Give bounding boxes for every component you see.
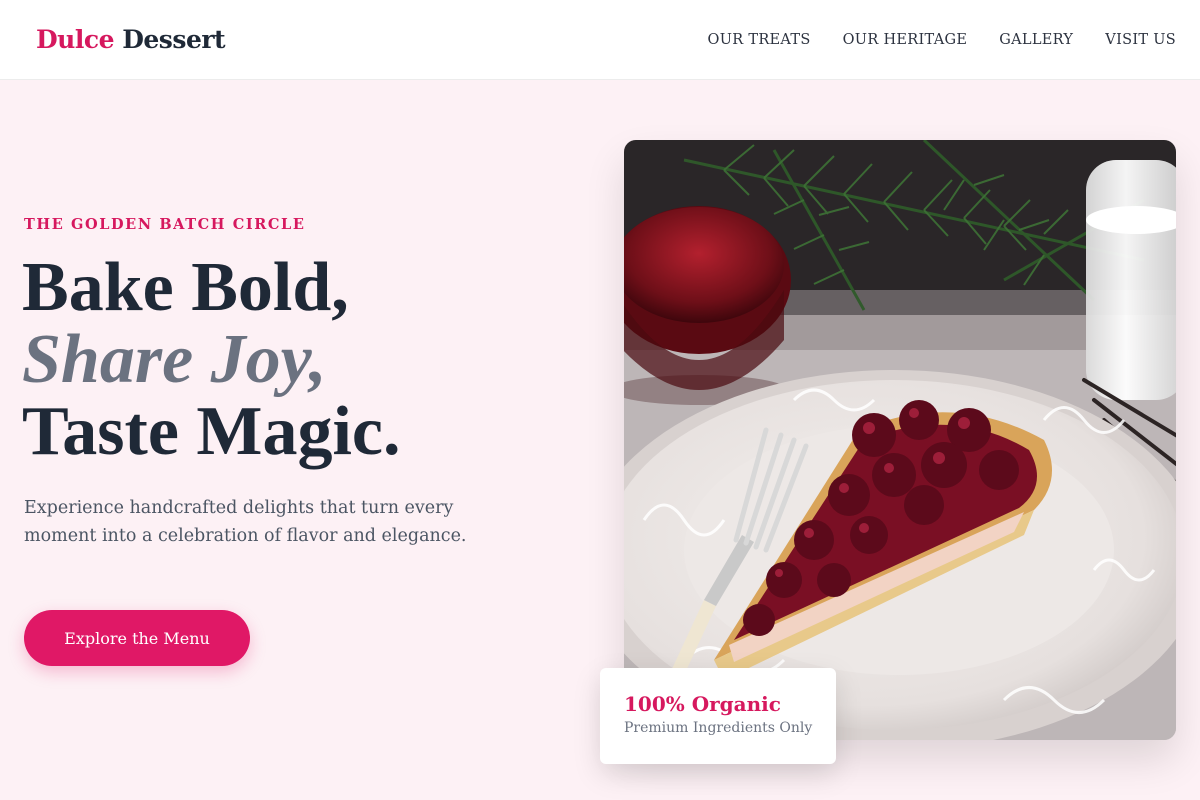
headline-line-3: Taste Magic. [22, 393, 401, 470]
nav-link-our-treats[interactable]: OUR TREATS [708, 32, 811, 48]
nav-link-visit-us[interactable]: VISIT US [1105, 32, 1176, 48]
site-header: Dulce Dessert OUR TREATS OUR HERITAGE GA… [0, 0, 1200, 80]
headline-line-2: Share Joy, [22, 321, 327, 398]
logo-accent-text: Dulce [36, 25, 114, 54]
badge-subtitle: Premium Ingredients Only [624, 720, 813, 736]
explore-menu-button[interactable]: Explore the Menu [24, 610, 250, 666]
hero-eyebrow: THE GOLDEN BATCH CIRCLE [24, 216, 306, 233]
nav-link-our-heritage[interactable]: OUR HERITAGE [843, 32, 968, 48]
nav-link-gallery[interactable]: GALLERY [999, 32, 1073, 48]
cherry-tart-illustration [624, 140, 1176, 740]
main-nav: OUR TREATS OUR HERITAGE GALLERY VISIT US [708, 32, 1176, 48]
hero-description: Experience handcrafted delights that tur… [24, 498, 467, 546]
hero-image [624, 140, 1176, 740]
headline-line-1: Bake Bold, [22, 249, 349, 326]
site-logo[interactable]: Dulce Dessert [36, 25, 226, 54]
organic-badge: 100% Organic Premium Ingredients Only [600, 668, 836, 764]
logo-text: Dessert [122, 25, 226, 54]
badge-title: 100% Organic [624, 692, 781, 716]
hero-headline: Bake Bold, Share Joy, Taste Magic. [22, 252, 400, 468]
